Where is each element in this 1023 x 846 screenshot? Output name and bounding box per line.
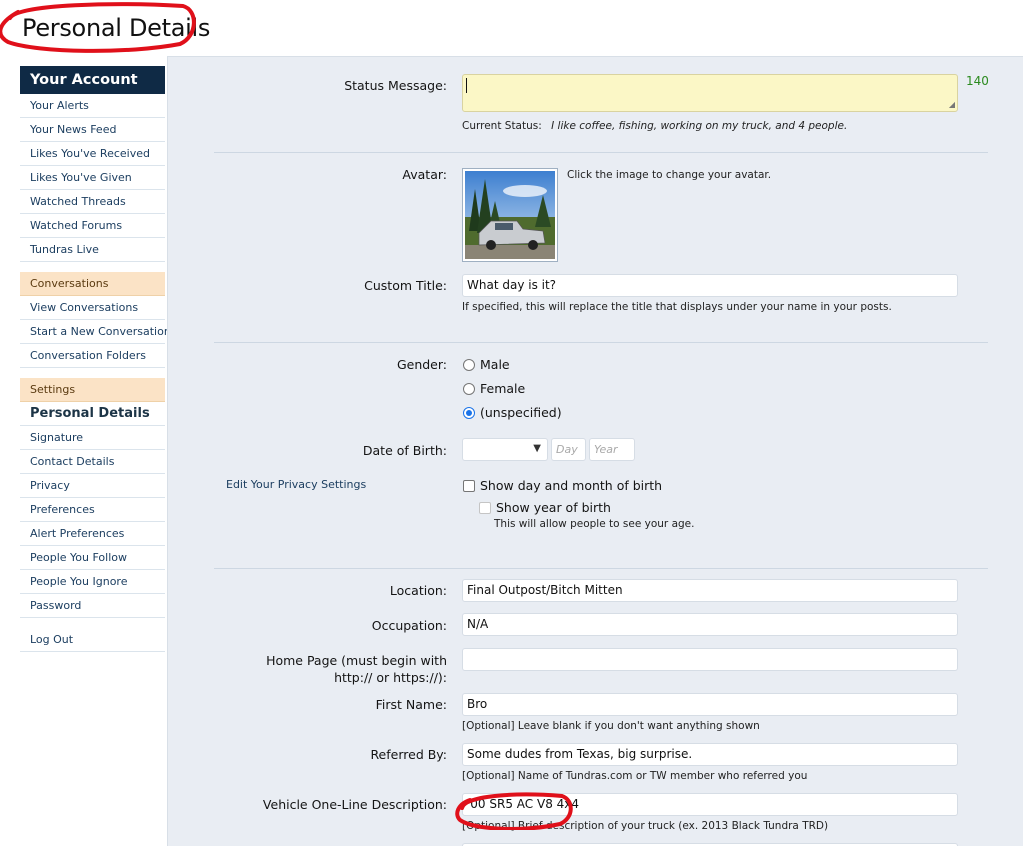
sidebar-item-your-alerts[interactable]: Your Alerts <box>20 94 165 118</box>
avatar-truck-photo <box>465 171 555 259</box>
sidebar-head-your-account[interactable]: Your Account <box>20 66 165 94</box>
sidebar-item-preferences[interactable]: Preferences <box>20 498 165 522</box>
referred-by-hint: [Optional] Name of Tundras.com or TW mem… <box>462 770 808 782</box>
custom-title-input[interactable]: What day is it? <box>462 274 958 297</box>
sidebar-item-contact-details[interactable]: Contact Details <box>20 450 165 474</box>
divider <box>214 342 988 343</box>
sidebar-item-log-out[interactable]: Log Out <box>20 628 165 652</box>
page-header: Personal Details <box>0 0 1023 56</box>
homepage-input[interactable] <box>462 648 958 671</box>
checkbox-disabled[interactable] <box>479 501 491 514</box>
sidebar-item-tundras-live[interactable]: Tundras Live <box>20 238 165 262</box>
sidebar-section-settings[interactable]: Settings <box>20 378 165 402</box>
sidebar-item-password[interactable]: Password <box>20 594 165 618</box>
gender-option-label: Female <box>480 381 526 396</box>
location-input[interactable]: Final Outpost/Bitch Mitten <box>462 579 958 602</box>
custom-title-hint: If specified, this will replace the titl… <box>462 301 892 313</box>
sidebar: Your Account Your Alerts Your News Feed … <box>20 66 171 652</box>
divider <box>214 152 988 153</box>
first-name-label: First Name: <box>375 697 447 712</box>
sidebar-item-conversation-folders[interactable]: Conversation Folders <box>20 344 165 368</box>
sidebar-item-likes-received[interactable]: Likes You've Received <box>20 142 165 166</box>
referred-by-input[interactable]: Some dudes from Texas, big surprise. <box>462 743 958 766</box>
text-caret <box>466 78 467 93</box>
show-year-checkbox-row[interactable]: Show year of birth <box>479 500 611 515</box>
sidebar-item-people-you-ignore[interactable]: People You Ignore <box>20 570 165 594</box>
avatar-hint: Click the image to change your avatar. <box>567 169 772 181</box>
show-year-label: Show year of birth <box>496 500 611 515</box>
sidebar-item-alert-preferences[interactable]: Alert Preferences <box>20 522 165 546</box>
sidebar-item-privacy[interactable]: Privacy <box>20 474 165 498</box>
radio-button[interactable] <box>463 382 475 395</box>
show-dob-checkbox-row[interactable]: Show day and month of birth <box>463 478 662 493</box>
sidebar-item-people-you-follow[interactable]: People You Follow <box>20 546 165 570</box>
radio-button-selected[interactable] <box>463 406 475 419</box>
gender-label: Gender: <box>396 357 447 372</box>
custom-title-label: Custom Title: <box>364 278 447 293</box>
chevron-down-icon: ▼ <box>533 443 541 454</box>
vehicle-hint: [Optional] Brief description of your tru… <box>462 820 829 832</box>
status-message-textarea[interactable]: ◢ <box>462 74 958 112</box>
sidebar-item-watched-forums[interactable]: Watched Forums <box>20 214 165 238</box>
referred-by-label: Referred By: <box>370 747 447 762</box>
show-year-hint: This will allow people to see your age. <box>494 518 695 530</box>
vehicle-label: Vehicle One-Line Description: <box>262 797 447 812</box>
dob-year-input[interactable]: Year <box>589 438 635 461</box>
vehicle-input[interactable]: '00 SR5 AC V8 4x4 <box>462 793 958 816</box>
radio-button[interactable] <box>463 358 475 371</box>
first-name-hint: [Optional] Leave blank if you don't want… <box>462 720 760 732</box>
homepage-label: Home Page (must begin with http:// or ht… <box>266 652 447 686</box>
current-status: Current Status: I like coffee, fishing, … <box>462 120 847 132</box>
avatar-label: Avatar: <box>402 167 447 182</box>
status-char-counter: 140 <box>966 74 989 88</box>
sidebar-item-signature[interactable]: Signature <box>20 426 165 450</box>
dob-label: Date of Birth: <box>362 443 447 458</box>
page-title: Personal Details <box>22 14 211 42</box>
gender-option-label: (unspecified) <box>480 405 562 420</box>
sidebar-item-start-conversation[interactable]: Start a New Conversation <box>20 320 171 344</box>
sidebar-item-your-news-feed[interactable]: Your News Feed <box>20 118 165 142</box>
status-message-label: Status Message: <box>344 78 447 93</box>
location-label: Location: <box>389 583 447 598</box>
sidebar-item-likes-given[interactable]: Likes You've Given <box>20 166 165 190</box>
homepage-label-line2: http:// or https://): <box>334 670 447 685</box>
sidebar-item-watched-threads[interactable]: Watched Threads <box>20 190 165 214</box>
show-dob-label: Show day and month of birth <box>480 478 663 493</box>
gender-option-female[interactable]: Female <box>463 381 525 396</box>
checkbox[interactable] <box>463 479 475 492</box>
sidebar-section-conversations[interactable]: Conversations <box>20 272 165 296</box>
first-name-input[interactable]: Bro <box>462 693 958 716</box>
gender-option-unspecified[interactable]: (unspecified) <box>463 405 562 420</box>
homepage-label-line1: Home Page (must begin with <box>266 653 447 668</box>
occupation-input[interactable]: N/A <box>462 613 958 636</box>
dob-month-select[interactable]: ▼ <box>462 438 548 461</box>
sidebar-item-view-conversations[interactable]: View Conversations <box>20 296 165 320</box>
privacy-settings-link[interactable]: Edit Your Privacy Settings <box>226 478 366 491</box>
divider <box>214 568 988 569</box>
current-status-value: I like coffee, fishing, working on my tr… <box>551 120 848 132</box>
gender-option-label: Male <box>480 357 510 372</box>
gender-option-male[interactable]: Male <box>463 357 510 372</box>
dob-day-input[interactable]: Day <box>551 438 586 461</box>
resize-handle-icon[interactable]: ◢ <box>949 100 955 109</box>
avatar-image[interactable] <box>462 168 558 262</box>
current-status-label: Current Status: <box>462 120 542 132</box>
sidebar-item-personal-details[interactable]: Personal Details <box>20 402 165 426</box>
occupation-label: Occupation: <box>371 618 447 633</box>
personal-details-form: Status Message: ◢ 140 Current Status: I … <box>167 56 1023 846</box>
